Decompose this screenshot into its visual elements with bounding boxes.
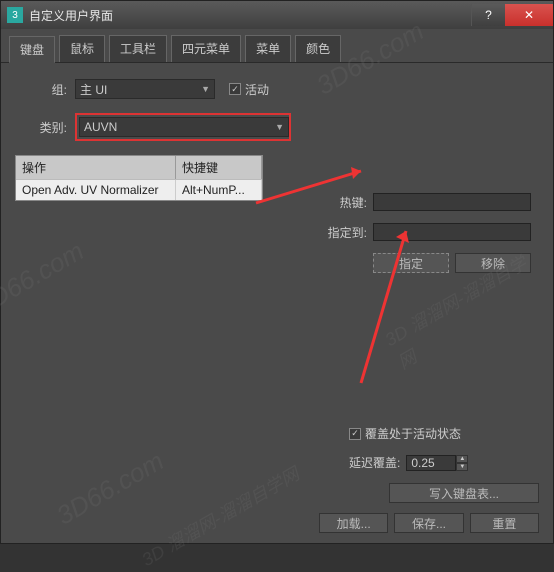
close-button[interactable]: ✕ — [505, 4, 553, 26]
td-hotkey: Alt+NumP... — [176, 180, 262, 200]
remove-button[interactable]: 移除 — [455, 253, 531, 273]
content-area: 组: 主 UI ▼ ✓ 活动 类别: AUVN ▼ 操作 快捷键 — [1, 63, 553, 545]
group-value: 主 UI — [80, 81, 107, 98]
watermark: 3D 溜溜网-溜溜自学网 — [136, 460, 303, 572]
table-header: 操作 快捷键 — [16, 156, 262, 179]
hotkey-input[interactable] — [373, 193, 531, 211]
action-table: 操作 快捷键 Open Adv. UV Normalizer Alt+NumP.… — [15, 155, 263, 201]
cover-active-label: 覆盖处于活动状态 — [365, 425, 461, 442]
active-checkbox-label: 活动 — [245, 81, 269, 98]
app-icon: 3 — [7, 7, 23, 23]
hotkey-label: 热键: — [321, 194, 367, 211]
window-title: 自定义用户界面 — [29, 7, 471, 24]
assign-to-input[interactable] — [373, 223, 531, 241]
tab-color[interactable]: 颜色 — [295, 35, 341, 62]
assign-to-label: 指定到: — [321, 224, 367, 241]
table-row[interactable]: Open Adv. UV Normalizer Alt+NumP... — [16, 179, 262, 200]
right-panel: 热键: 指定到: 指定 移除 — [321, 193, 531, 273]
spinner-down-icon[interactable]: ▼ — [456, 463, 468, 471]
category-label: 类别: — [35, 119, 67, 136]
delay-cover-spinner[interactable]: 0.25 ▲ ▼ — [406, 455, 468, 471]
th-hotkey[interactable]: 快捷键 — [176, 156, 262, 179]
checkbox-icon: ✓ — [349, 428, 361, 440]
tab-toolbar[interactable]: 工具栏 — [109, 35, 167, 62]
delay-cover-value: 0.25 — [406, 455, 456, 471]
dropdown-arrow-icon: ▼ — [201, 84, 210, 94]
th-operation[interactable]: 操作 — [16, 156, 176, 179]
category-highlight: AUVN ▼ — [75, 113, 291, 141]
reset-button[interactable]: 重置 — [470, 513, 539, 533]
load-button[interactable]: 加载... — [319, 513, 388, 533]
titlebar: 3 自定义用户界面 ? ✕ — [1, 1, 553, 29]
watermark: 3D66.com — [0, 235, 89, 321]
spinner-up-icon[interactable]: ▲ — [456, 455, 468, 463]
dialog-window: 3 自定义用户界面 ? ✕ 键盘 鼠标 工具栏 四元菜单 菜单 颜色 组: 主 … — [0, 0, 554, 544]
dropdown-arrow-icon: ▼ — [275, 122, 284, 132]
group-label: 组: — [35, 81, 67, 98]
watermark: 3D66.com — [51, 445, 169, 531]
category-value: AUVN — [84, 120, 117, 134]
write-table-button[interactable]: 写入键盘表... — [389, 483, 539, 503]
tab-mouse[interactable]: 鼠标 — [59, 35, 105, 62]
checkbox-icon: ✓ — [229, 83, 241, 95]
help-button[interactable]: ? — [471, 4, 505, 26]
bottom-panel: ✓ 覆盖处于活动状态 延迟覆盖: 0.25 ▲ ▼ 写入键盘表... 加载...… — [319, 425, 539, 533]
category-select[interactable]: AUVN ▼ — [79, 117, 289, 137]
tab-bar: 键盘 鼠标 工具栏 四元菜单 菜单 颜色 — [1, 29, 553, 63]
tab-keyboard[interactable]: 键盘 — [9, 36, 55, 63]
assign-button[interactable]: 指定 — [373, 253, 449, 273]
td-operation: Open Adv. UV Normalizer — [16, 180, 176, 200]
cover-active-checkbox[interactable]: ✓ 覆盖处于活动状态 — [349, 425, 461, 442]
save-button[interactable]: 保存... — [394, 513, 463, 533]
group-select[interactable]: 主 UI ▼ — [75, 79, 215, 99]
active-checkbox[interactable]: ✓ 活动 — [229, 81, 269, 98]
tab-quadmenu[interactable]: 四元菜单 — [171, 35, 241, 62]
tab-menu[interactable]: 菜单 — [245, 35, 291, 62]
delay-cover-label: 延迟覆盖: — [349, 454, 400, 471]
